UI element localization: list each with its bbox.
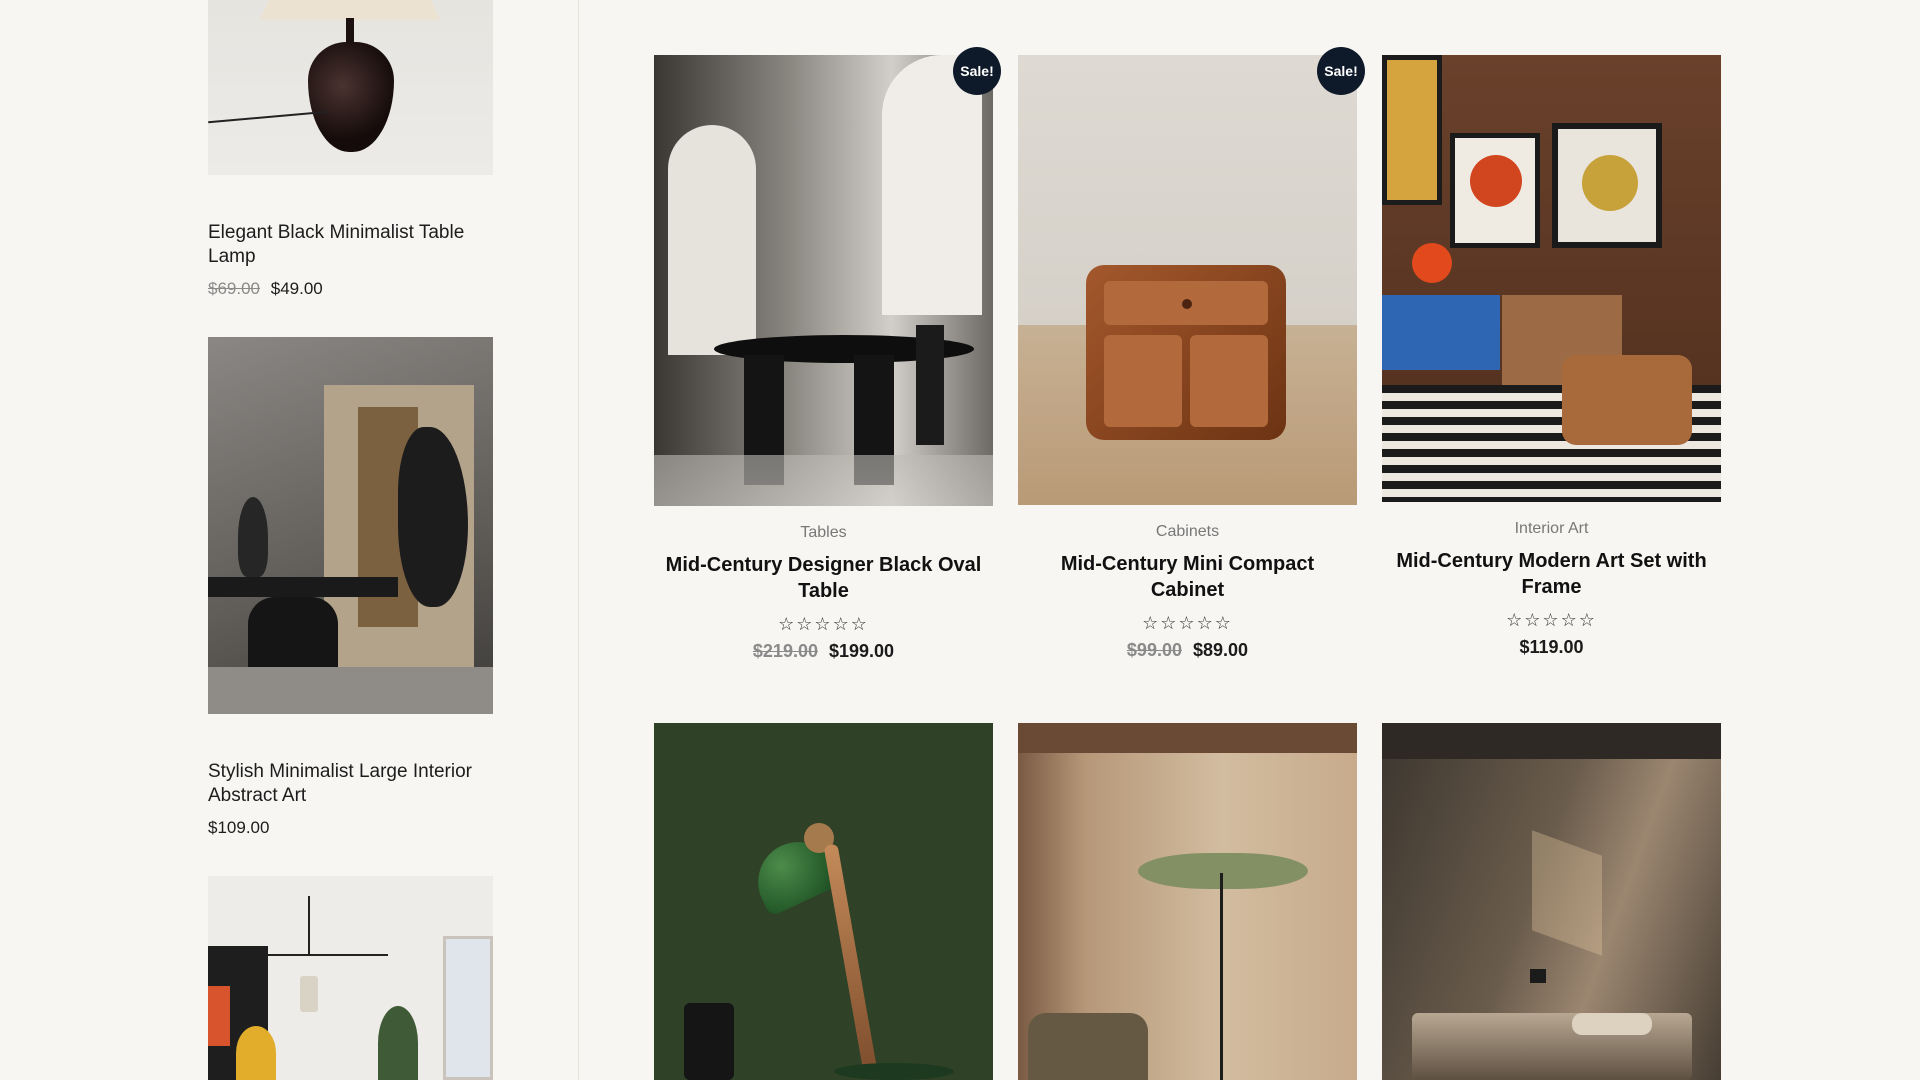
compact-cabinet-image[interactable]	[1018, 55, 1357, 505]
sale-badge: Sale!	[953, 47, 1001, 95]
rating-stars: ☆☆☆☆☆	[1142, 613, 1233, 634]
abstract-art-image[interactable]	[208, 337, 493, 714]
product-card-bedroom[interactable]	[1382, 723, 1721, 1080]
product-title[interactable]: Mid-Century Designer Black Oval Table	[664, 552, 984, 604]
pendant-lamp-image[interactable]	[208, 876, 493, 1080]
sidebar-product-price: $109.00	[208, 818, 493, 838]
sale-badge: Sale!	[1317, 47, 1365, 95]
product-category[interactable]: Interior Art	[1382, 520, 1721, 538]
product-category[interactable]: Tables	[654, 524, 993, 542]
sidebar-product-list: Elegant Black Minimalist Table Lamp $69.…	[0, 0, 579, 1080]
sidebar-product-price: $69.00 $49.00	[208, 279, 493, 299]
product-title[interactable]: Mid-Century Mini Compact Cabinet	[1028, 551, 1348, 603]
sidebar-product-title[interactable]: Stylish Minimalist Large Interior Abstra…	[208, 760, 478, 808]
current-price: $89.00	[1193, 640, 1249, 660]
current-price: $109.00	[208, 818, 270, 837]
rating-stars: ☆☆☆☆☆	[778, 614, 869, 635]
product-price: $99.00 $89.00	[1018, 640, 1357, 661]
product-category[interactable]: Cabinets	[1018, 523, 1357, 541]
sidebar-product-lamp[interactable]: Elegant Black Minimalist Table Lamp $69.…	[208, 0, 493, 299]
product-price: $219.00 $199.00	[654, 641, 993, 662]
product-card-floor-lamp[interactable]	[1018, 723, 1357, 1080]
bedroom-image[interactable]	[1382, 723, 1721, 1080]
sidebar-product-abstract-art[interactable]: Stylish Minimalist Large Interior Abstra…	[208, 337, 493, 838]
desk-lamp-image[interactable]	[654, 723, 993, 1080]
sidebar-product-pendant-lamp[interactable]	[208, 876, 493, 1080]
product-card-compact-cabinet[interactable]: Sale! Cabinets Mid-Century Mini Compact …	[1018, 47, 1365, 661]
product-card-art-set[interactable]: Interior Art Mid-Century Modern Art Set …	[1382, 55, 1721, 658]
floor-lamp-image[interactable]	[1018, 723, 1357, 1080]
old-price: $219.00	[752, 641, 818, 661]
product-card-desk-lamp[interactable]	[654, 723, 993, 1080]
product-card-oval-table[interactable]: Sale! Tables Mid-Century Designer Black …	[654, 47, 1001, 662]
product-price: $119.00	[1382, 637, 1721, 658]
old-price: $69.00	[208, 279, 260, 298]
current-price: $199.00	[829, 641, 895, 661]
sidebar-product-title[interactable]: Elegant Black Minimalist Table Lamp	[208, 221, 478, 269]
product-title[interactable]: Mid-Century Modern Art Set with Frame	[1392, 548, 1712, 600]
current-price: $49.00	[270, 279, 323, 298]
rating-stars: ☆☆☆☆☆	[1506, 610, 1597, 631]
current-price: $119.00	[1519, 637, 1584, 657]
oval-table-image[interactable]	[654, 55, 993, 506]
old-price: $99.00	[1126, 640, 1182, 660]
art-set-image[interactable]	[1382, 55, 1721, 502]
lamp-image[interactable]	[208, 0, 493, 175]
